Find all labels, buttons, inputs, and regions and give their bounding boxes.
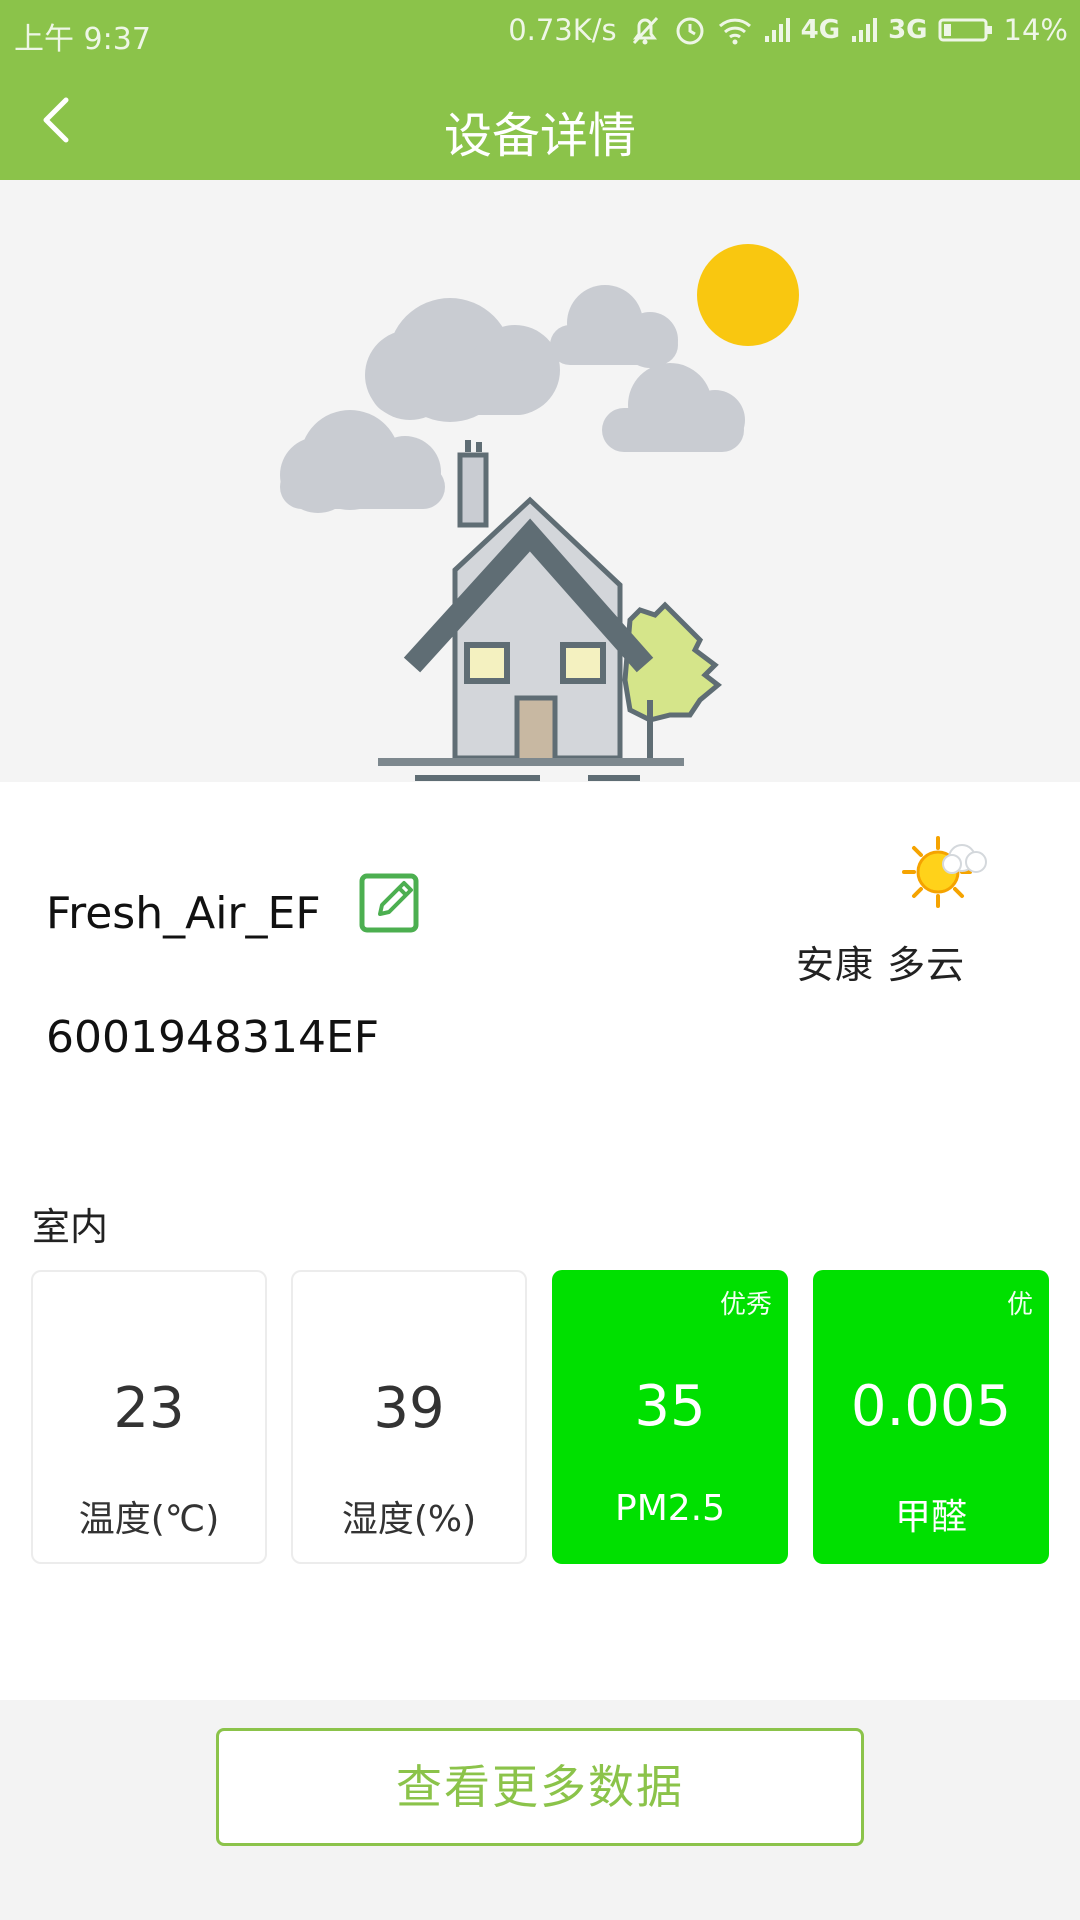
view-more-data-button[interactable]: 查看更多数据 — [216, 1728, 864, 1846]
pm25-card: 优秀 35 PM2.5 — [552, 1270, 788, 1564]
formaldehyde-card: 优 0.005 甲醛 — [813, 1270, 1049, 1564]
pm25-level: 优秀 — [719, 1290, 772, 1320]
edit-icon[interactable] — [358, 870, 424, 936]
signal-icon — [764, 18, 790, 42]
page-title: 设备详情 — [443, 108, 636, 164]
signal-icon-2 — [852, 18, 878, 42]
indoor-label: 室内 — [32, 1205, 109, 1249]
network-type-2: 3G — [888, 15, 928, 45]
hero-illustration — [0, 180, 1080, 782]
temperature-label: 温度(℃) — [78, 1499, 220, 1540]
alarm-icon — [676, 17, 704, 45]
formaldehyde-label: 甲醛 — [894, 1497, 967, 1538]
battery-icon — [938, 18, 992, 42]
mute-bell-icon — [632, 16, 658, 45]
formaldehyde-value: 0.005 — [850, 1374, 1012, 1439]
status-bar: 上午 9:37 0.73K/s 4G 3G 14% — [0, 0, 1080, 62]
humidity-card: 39 湿度(%) — [291, 1270, 527, 1564]
battery-level: 14% — [1003, 13, 1068, 47]
app-header: 上午 9:37 0.73K/s 4G 3G 14% 设备详情 — [0, 0, 1080, 180]
device-name: Fresh_Air_EF — [46, 888, 321, 939]
house-weather-illustration — [280, 244, 799, 781]
status-time: 上午 9:37 — [14, 22, 151, 57]
network-type-1: 4G — [800, 15, 841, 45]
pm25-label: PM2.5 — [614, 1488, 726, 1529]
temperature-card: 23 温度(℃) — [31, 1270, 267, 1564]
status-right: 0.73K/s 4G 3G 14% — [508, 12, 1068, 48]
humidity-label: 湿度(%) — [341, 1499, 477, 1540]
partly-sunny-icon — [902, 836, 987, 908]
weather-text: 安康 多云 — [796, 943, 966, 987]
sun-icon — [697, 244, 799, 346]
cloud-icon — [280, 285, 745, 513]
temperature-value: 23 — [113, 1376, 185, 1441]
pm25-value: 35 — [634, 1374, 706, 1439]
wifi-icon — [718, 18, 751, 45]
humidity-value: 39 — [373, 1376, 445, 1441]
formaldehyde-level: 优 — [1006, 1290, 1033, 1320]
device-id: 6001948314EF — [46, 1012, 380, 1063]
net-speed: 0.73K/s — [508, 13, 617, 47]
